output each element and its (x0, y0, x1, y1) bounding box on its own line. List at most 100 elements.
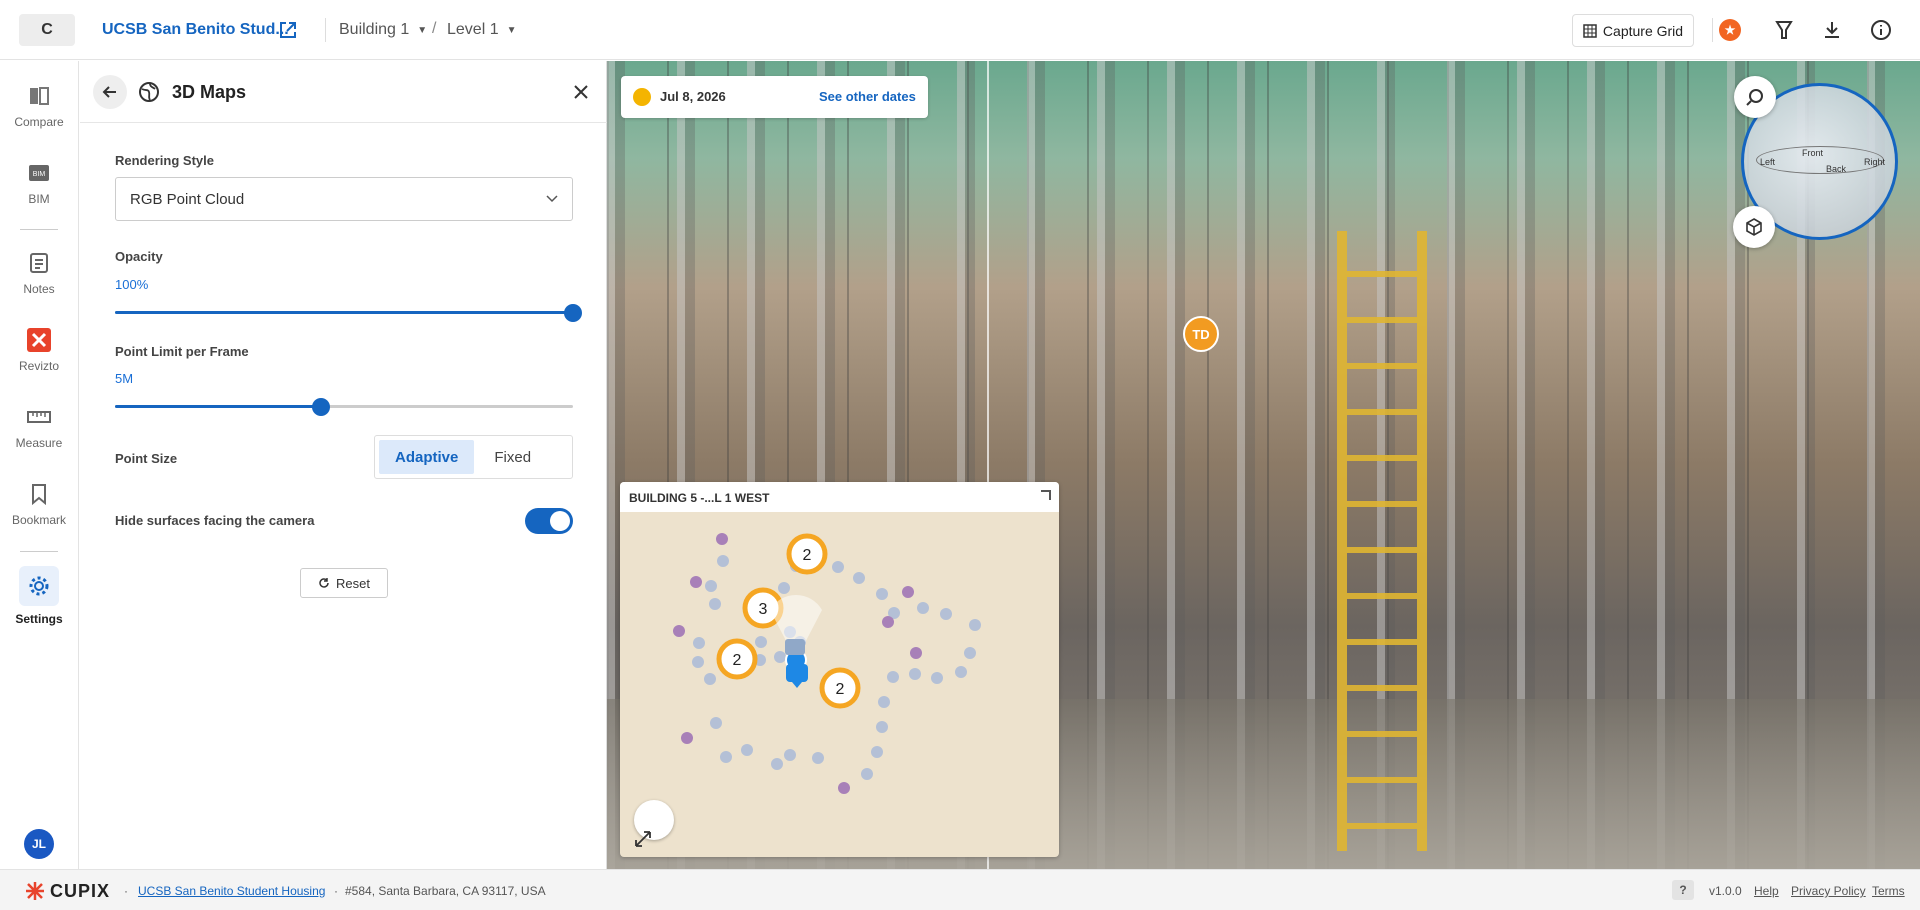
minimap-resize-icon[interactable] (1041, 490, 1051, 500)
capture-grid-label: Capture Grid (1602, 22, 1684, 39)
notes-icon (26, 250, 52, 276)
minimap[interactable]: BUILDING 5 -...L 1 WEST 2 3 2 2 (620, 482, 1059, 857)
capture-cluster[interactable]: 2 (716, 638, 758, 680)
search-icon (1746, 89, 1763, 106)
help-shortcut[interactable]: ? (1672, 880, 1694, 900)
caret-down-icon: ▼ (506, 24, 517, 36)
capture-grid-button[interactable]: Capture Grid (1572, 14, 1694, 47)
minimap-plan: 2 3 2 2 (673, 533, 981, 794)
bim-icon: BIM (26, 160, 52, 186)
building-selector[interactable]: Building 1 ▼ (339, 21, 427, 39)
cube-view-button[interactable] (1733, 206, 1775, 248)
compare-icon (26, 83, 52, 109)
point-limit-label: Point Limit per Frame (115, 344, 249, 359)
info-icon[interactable] (1869, 18, 1893, 42)
nav-label: Notes (23, 282, 55, 296)
minimap-title: BUILDING 5 -...L 1 WEST (629, 491, 770, 505)
reset-button[interactable]: Reset (300, 568, 388, 598)
expand-map-button[interactable] (634, 800, 674, 847)
slider-thumb[interactable] (564, 304, 582, 322)
expand-icon (635, 831, 651, 847)
capture-cluster[interactable]: 2 (786, 533, 828, 575)
cube-icon (1746, 218, 1762, 236)
compass-back: Back (1826, 164, 1847, 174)
footer-bullet: · (124, 884, 128, 898)
footer-bullet: · (334, 884, 338, 898)
project-title[interactable]: UCSB San Benito Stud... (102, 21, 289, 39)
chevron-down-icon (546, 195, 558, 203)
opacity-slider[interactable] (115, 304, 582, 322)
breadcrumb-separator: / (432, 20, 437, 37)
nav-label: Bookmark (11, 513, 67, 527)
see-other-dates-link[interactable]: See other dates (819, 89, 916, 104)
revizto-icon (26, 327, 52, 353)
level-selector[interactable]: Level 1 ▼ (447, 21, 517, 39)
bookmark-icon (26, 481, 52, 507)
nav-label: BIM (28, 192, 50, 206)
brand-name: CUPIX (50, 880, 111, 901)
panel-title: 3D Maps (172, 82, 247, 102)
rendering-style-label: Rendering Style (115, 153, 214, 168)
compass-front: Front (1802, 148, 1824, 158)
back-button[interactable] (93, 75, 127, 109)
hide-surfaces-toggle[interactable] (525, 508, 573, 534)
nav-label: Settings (15, 612, 63, 626)
nav-label: Revizto (18, 359, 59, 373)
nav-bim[interactable]: BIM BIM (0, 160, 78, 206)
reset-icon (319, 578, 329, 588)
user-avatar[interactable]: JL (24, 829, 54, 859)
point-limit-slider[interactable] (115, 398, 573, 416)
nav-compare[interactable]: Compare (0, 83, 78, 129)
help-link[interactable]: Help (1754, 884, 1779, 898)
opacity-value: 100% (115, 277, 149, 292)
left-nav: Compare BIM BIM Notes Revizto Measure Bo… (0, 61, 79, 869)
footer: CUPIX · UCSB San Benito Student Housing … (0, 869, 1920, 910)
lightbulb-icon[interactable] (1772, 18, 1796, 42)
arrow-left-icon (102, 86, 116, 98)
sun-icon (633, 88, 651, 106)
nav-label: Compare (14, 115, 64, 129)
footer-address: #584, Santa Barbara, CA 93117, USA (345, 884, 546, 898)
open-external-icon[interactable] (278, 20, 298, 40)
privacy-link[interactable]: Privacy Policy (1791, 884, 1866, 898)
nav-bookmark[interactable]: Bookmark (0, 481, 78, 527)
point-size-adaptive[interactable]: Adaptive (379, 440, 475, 474)
capture-cluster[interactable]: 2 (819, 667, 861, 709)
download-icon[interactable] (1820, 18, 1844, 42)
nav-measure[interactable]: Measure (0, 404, 78, 450)
search-view-button[interactable] (1734, 76, 1776, 118)
globe-icon (138, 81, 160, 103)
notifications-icon[interactable]: ★ (1718, 18, 1742, 42)
hide-surfaces-label: Hide surfaces facing the camera (115, 513, 315, 528)
rendering-style-select[interactable]: RGB Point Cloud (115, 177, 573, 221)
footer-project-link[interactable]: UCSB San Benito Student Housing (138, 884, 325, 898)
panel-header: 3D Maps (80, 61, 607, 123)
nav-label: Measure (15, 436, 63, 450)
svg-text:2: 2 (803, 547, 812, 564)
user-marker[interactable]: TD (1183, 316, 1219, 352)
divider (325, 18, 326, 42)
svg-text:3: 3 (759, 601, 768, 618)
nav-notes[interactable]: Notes (0, 250, 78, 296)
cupix-logo-icon (26, 882, 44, 900)
compass-left: Left (1760, 157, 1776, 167)
point-limit-value: 5M (115, 371, 134, 386)
close-icon[interactable] (572, 83, 590, 101)
capture-date-card: Jul 8, 2026 See other dates (621, 76, 928, 118)
svg-text:2: 2 (733, 652, 742, 669)
nav-revizto[interactable]: Revizto (0, 327, 78, 373)
point-size-fixed[interactable]: Fixed (478, 440, 547, 474)
capture-date: Jul 8, 2026 (660, 89, 726, 104)
settings-panel: 3D Maps Rendering Style RGB Point Cloud … (80, 61, 607, 869)
rendering-style-value: RGB Point Cloud (130, 190, 245, 208)
building-label: Building 1 (339, 21, 410, 38)
terms-link[interactable]: Terms (1872, 884, 1905, 898)
cupix-logo[interactable]: CUPIX (24, 880, 110, 902)
nav-settings[interactable]: Settings (0, 566, 78, 626)
svg-text:2: 2 (836, 681, 845, 698)
opacity-label: Opacity (115, 249, 163, 264)
top-bar: C UCSB San Benito Stud... Building 1 ▼ /… (0, 0, 1920, 60)
project-avatar[interactable]: C (19, 14, 75, 46)
gear-icon (19, 566, 59, 606)
slider-thumb[interactable] (312, 398, 331, 416)
